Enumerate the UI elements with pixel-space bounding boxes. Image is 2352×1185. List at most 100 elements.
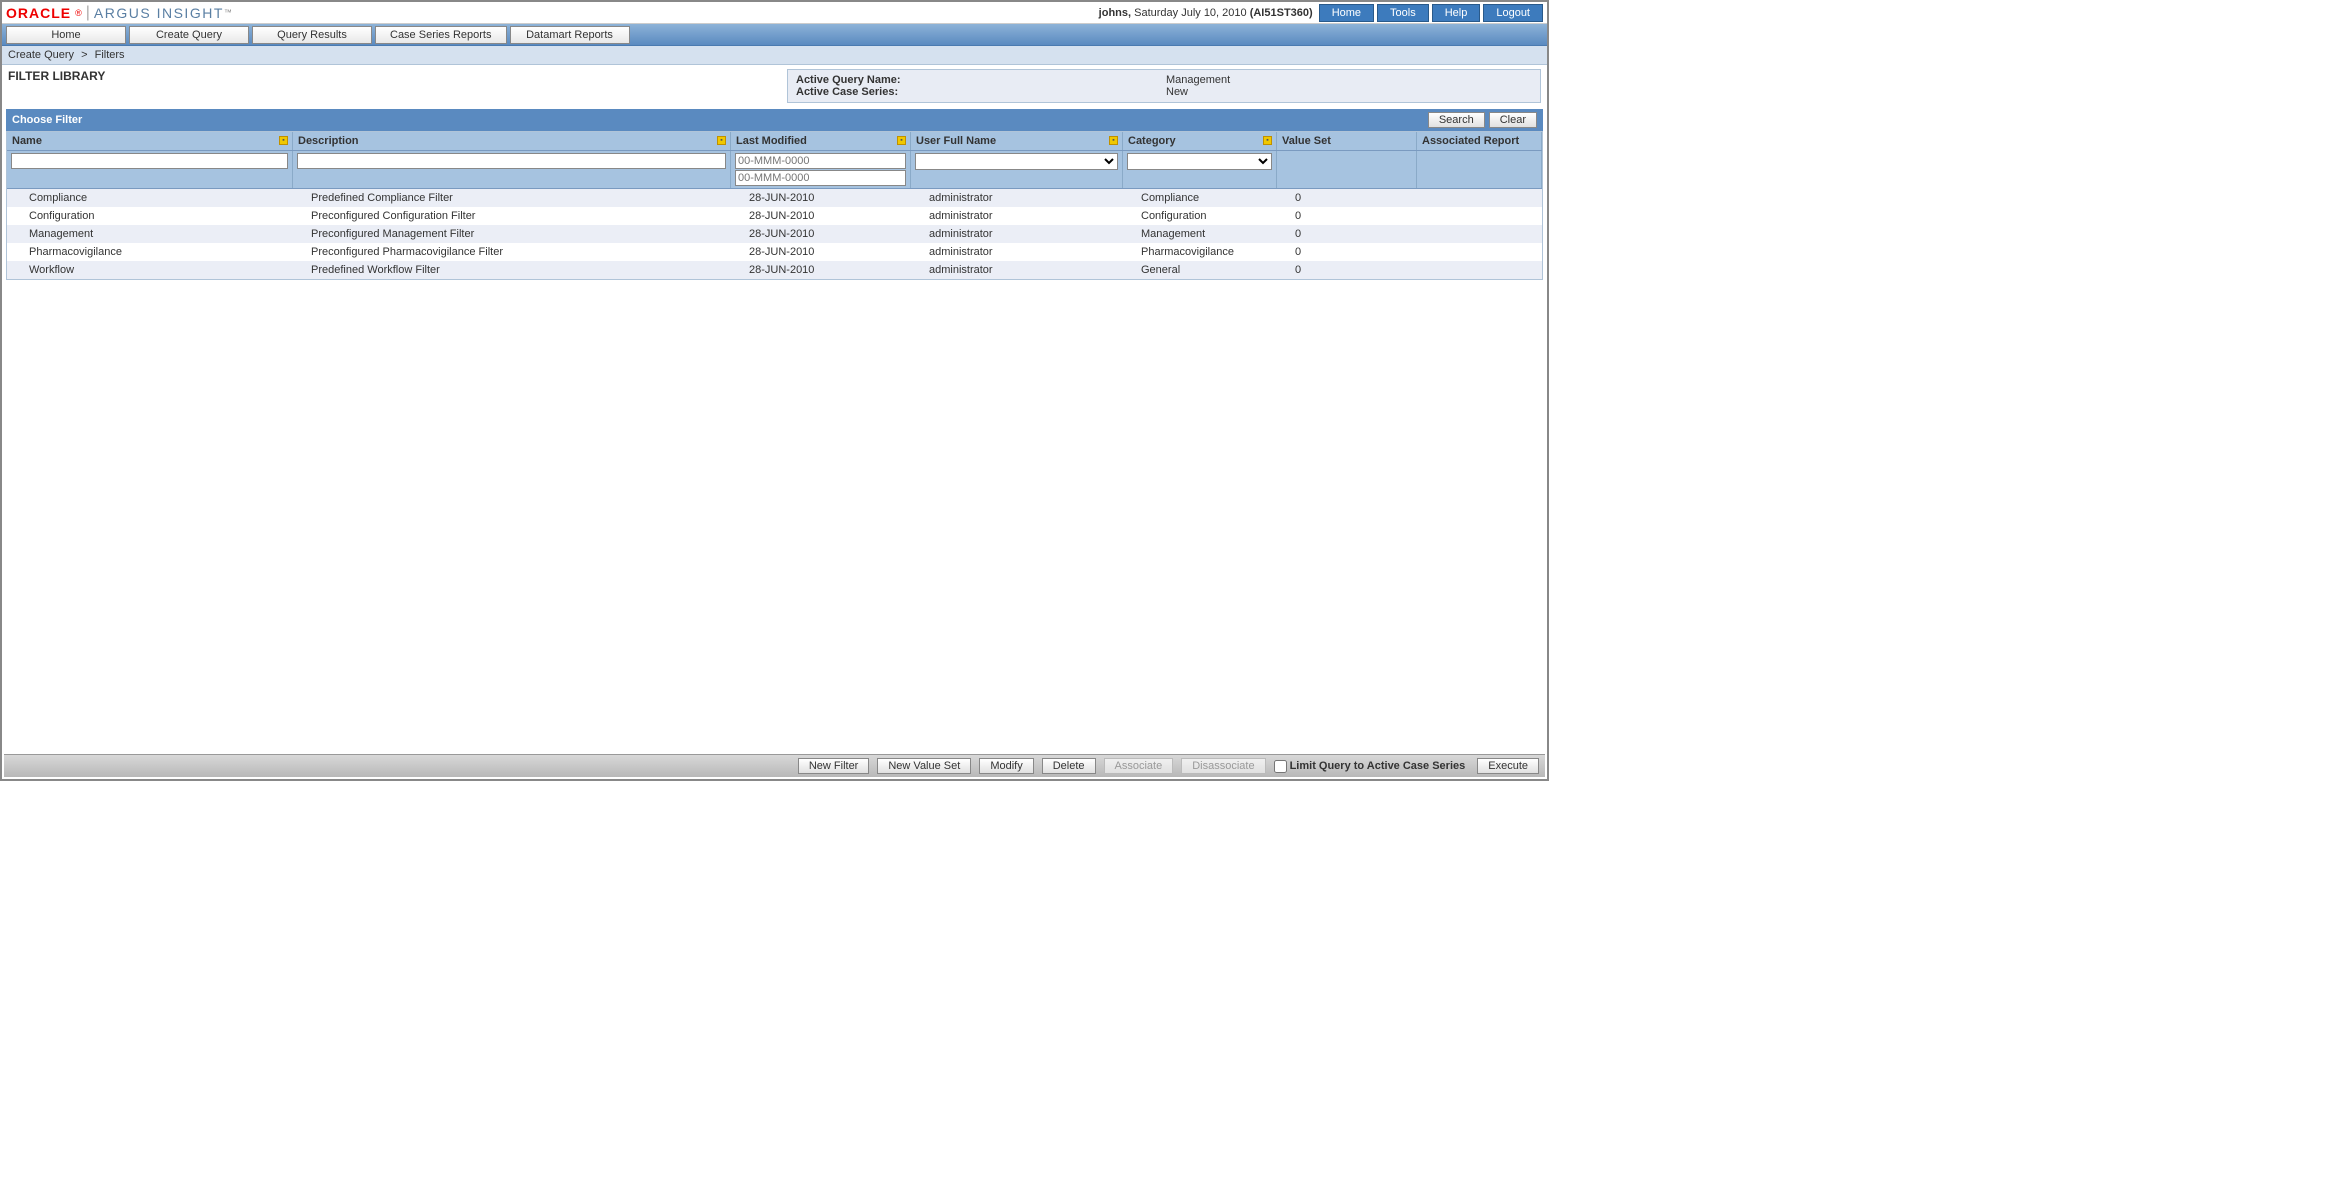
- col-associated-report[interactable]: Associated Report: [1417, 132, 1542, 150]
- table-row[interactable]: CompliancePredefined Compliance Filter28…: [7, 189, 1542, 207]
- nav-query-results[interactable]: Query Results: [252, 26, 372, 44]
- col-description[interactable]: Description▪: [293, 132, 731, 150]
- active-info-panel: Active Query Name: Management Active Cas…: [787, 69, 1541, 103]
- execute-button[interactable]: Execute: [1477, 758, 1539, 774]
- cell-desc: Preconfigured Configuration Filter: [293, 207, 731, 225]
- cell-name: Management: [7, 225, 293, 243]
- cell-desc: Preconfigured Management Filter: [293, 225, 731, 243]
- cell-rep: [1417, 261, 1542, 279]
- cell-user: administrator: [911, 225, 1123, 243]
- cell-rep: [1417, 225, 1542, 243]
- grid-body: CompliancePredefined Compliance Filter28…: [7, 189, 1542, 279]
- table-row[interactable]: WorkflowPredefined Workflow Filter28-JUN…: [7, 261, 1542, 279]
- table-row[interactable]: PharmacovigilancePreconfigured Pharmacov…: [7, 243, 1542, 261]
- new-filter-button[interactable]: New Filter: [798, 758, 870, 774]
- disassociate-button[interactable]: Disassociate: [1181, 758, 1265, 774]
- grid-header: Name▪ Description▪ Last Modified▪ User F…: [7, 132, 1542, 151]
- filter-category-select[interactable]: [1127, 153, 1272, 170]
- filter-name-input[interactable]: [11, 153, 288, 169]
- cell-val: 0: [1277, 225, 1417, 243]
- filter-user-select[interactable]: [915, 153, 1118, 170]
- filter-date-to-input[interactable]: [735, 170, 906, 186]
- delete-button[interactable]: Delete: [1042, 758, 1096, 774]
- cell-val: 0: [1277, 189, 1417, 207]
- nav-case-series-reports[interactable]: Case Series Reports: [375, 26, 507, 44]
- sort-icon[interactable]: ▪: [1263, 136, 1272, 145]
- sort-icon[interactable]: ▪: [279, 136, 288, 145]
- top-bar: ORACLE® | ARGUS INSIGHT™ johns, Saturday…: [2, 2, 1547, 24]
- cell-user: administrator: [911, 243, 1123, 261]
- nav-bar: Home Create Query Query Results Case Ser…: [2, 24, 1547, 46]
- nav-datamart-reports[interactable]: Datamart Reports: [510, 26, 630, 44]
- top-logout-button[interactable]: Logout: [1483, 4, 1543, 22]
- limit-query-label[interactable]: Limit Query to Active Case Series: [1274, 760, 1466, 773]
- cell-user: administrator: [911, 189, 1123, 207]
- active-case-series-label: Active Case Series:: [796, 86, 1166, 98]
- cell-desc: Predefined Compliance Filter: [293, 189, 731, 207]
- filter-date-from-input[interactable]: [735, 153, 906, 169]
- logo-tm: ™: [224, 8, 232, 17]
- cell-val: 0: [1277, 207, 1417, 225]
- col-last-modified[interactable]: Last Modified▪: [731, 132, 911, 150]
- active-case-series-value: New: [1166, 86, 1532, 98]
- logo-reg: ®: [75, 8, 82, 18]
- filter-panel-title: Choose Filter: [12, 114, 82, 126]
- logo-separator: |: [86, 4, 90, 22]
- top-home-button[interactable]: Home: [1319, 4, 1374, 22]
- col-name[interactable]: Name▪: [7, 132, 293, 150]
- cell-name: Compliance: [7, 189, 293, 207]
- nav-create-query[interactable]: Create Query: [129, 26, 249, 44]
- cell-val: 0: [1277, 243, 1417, 261]
- sort-icon[interactable]: ▪: [1109, 136, 1118, 145]
- search-button[interactable]: Search: [1428, 112, 1485, 128]
- table-row[interactable]: ManagementPreconfigured Management Filte…: [7, 225, 1542, 243]
- limit-query-text: Limit Query to Active Case Series: [1290, 760, 1466, 772]
- nav-home[interactable]: Home: [6, 26, 126, 44]
- session-id: (AI51ST360): [1250, 7, 1313, 19]
- grid-filter-row: [7, 151, 1542, 189]
- new-value-set-button[interactable]: New Value Set: [877, 758, 971, 774]
- breadcrumb-sep: >: [81, 49, 87, 61]
- table-row[interactable]: ConfigurationPreconfigured Configuration…: [7, 207, 1542, 225]
- user-name: johns,: [1099, 7, 1131, 19]
- breadcrumb-1[interactable]: Create Query: [8, 49, 74, 61]
- cell-mod: 28-JUN-2010: [731, 189, 911, 207]
- cell-user: administrator: [911, 207, 1123, 225]
- filter-panel-header: Choose Filter Search Clear: [6, 109, 1543, 131]
- modify-button[interactable]: Modify: [979, 758, 1033, 774]
- cell-cat: Compliance: [1123, 189, 1277, 207]
- limit-query-checkbox[interactable]: [1274, 760, 1287, 773]
- cell-name: Configuration: [7, 207, 293, 225]
- cell-mod: 28-JUN-2010: [731, 207, 911, 225]
- page-title: FILTER LIBRARY: [8, 69, 105, 83]
- cell-mod: 28-JUN-2010: [731, 261, 911, 279]
- cell-mod: 28-JUN-2010: [731, 243, 911, 261]
- footer-toolbar: New Filter New Value Set Modify Delete A…: [4, 754, 1545, 777]
- cell-cat: General: [1123, 261, 1277, 279]
- sort-icon[interactable]: ▪: [717, 136, 726, 145]
- cell-mod: 28-JUN-2010: [731, 225, 911, 243]
- user-date: Saturday July 10, 2010: [1131, 7, 1250, 19]
- cell-cat: Pharmacovigilance: [1123, 243, 1277, 261]
- clear-button[interactable]: Clear: [1489, 112, 1537, 128]
- cell-val: 0: [1277, 261, 1417, 279]
- col-category[interactable]: Category▪: [1123, 132, 1277, 150]
- top-help-button[interactable]: Help: [1432, 4, 1481, 22]
- cell-user: administrator: [911, 261, 1123, 279]
- cell-cat: Configuration: [1123, 207, 1277, 225]
- top-tools-button[interactable]: Tools: [1377, 4, 1429, 22]
- cell-rep: [1417, 207, 1542, 225]
- associate-button[interactable]: Associate: [1104, 758, 1174, 774]
- filter-grid: Name▪ Description▪ Last Modified▪ User F…: [6, 131, 1543, 280]
- active-query-label: Active Query Name:: [796, 74, 1166, 86]
- sort-icon[interactable]: ▪: [897, 136, 906, 145]
- cell-rep: [1417, 243, 1542, 261]
- cell-desc: Predefined Workflow Filter: [293, 261, 731, 279]
- col-value-set[interactable]: Value Set: [1277, 132, 1417, 150]
- col-user-full-name[interactable]: User Full Name▪: [911, 132, 1123, 150]
- user-info: johns, Saturday July 10, 2010 (AI51ST360…: [1099, 7, 1313, 19]
- breadcrumb-2: Filters: [95, 49, 125, 61]
- filter-description-input[interactable]: [297, 153, 726, 169]
- cell-rep: [1417, 189, 1542, 207]
- active-query-value: Management: [1166, 74, 1532, 86]
